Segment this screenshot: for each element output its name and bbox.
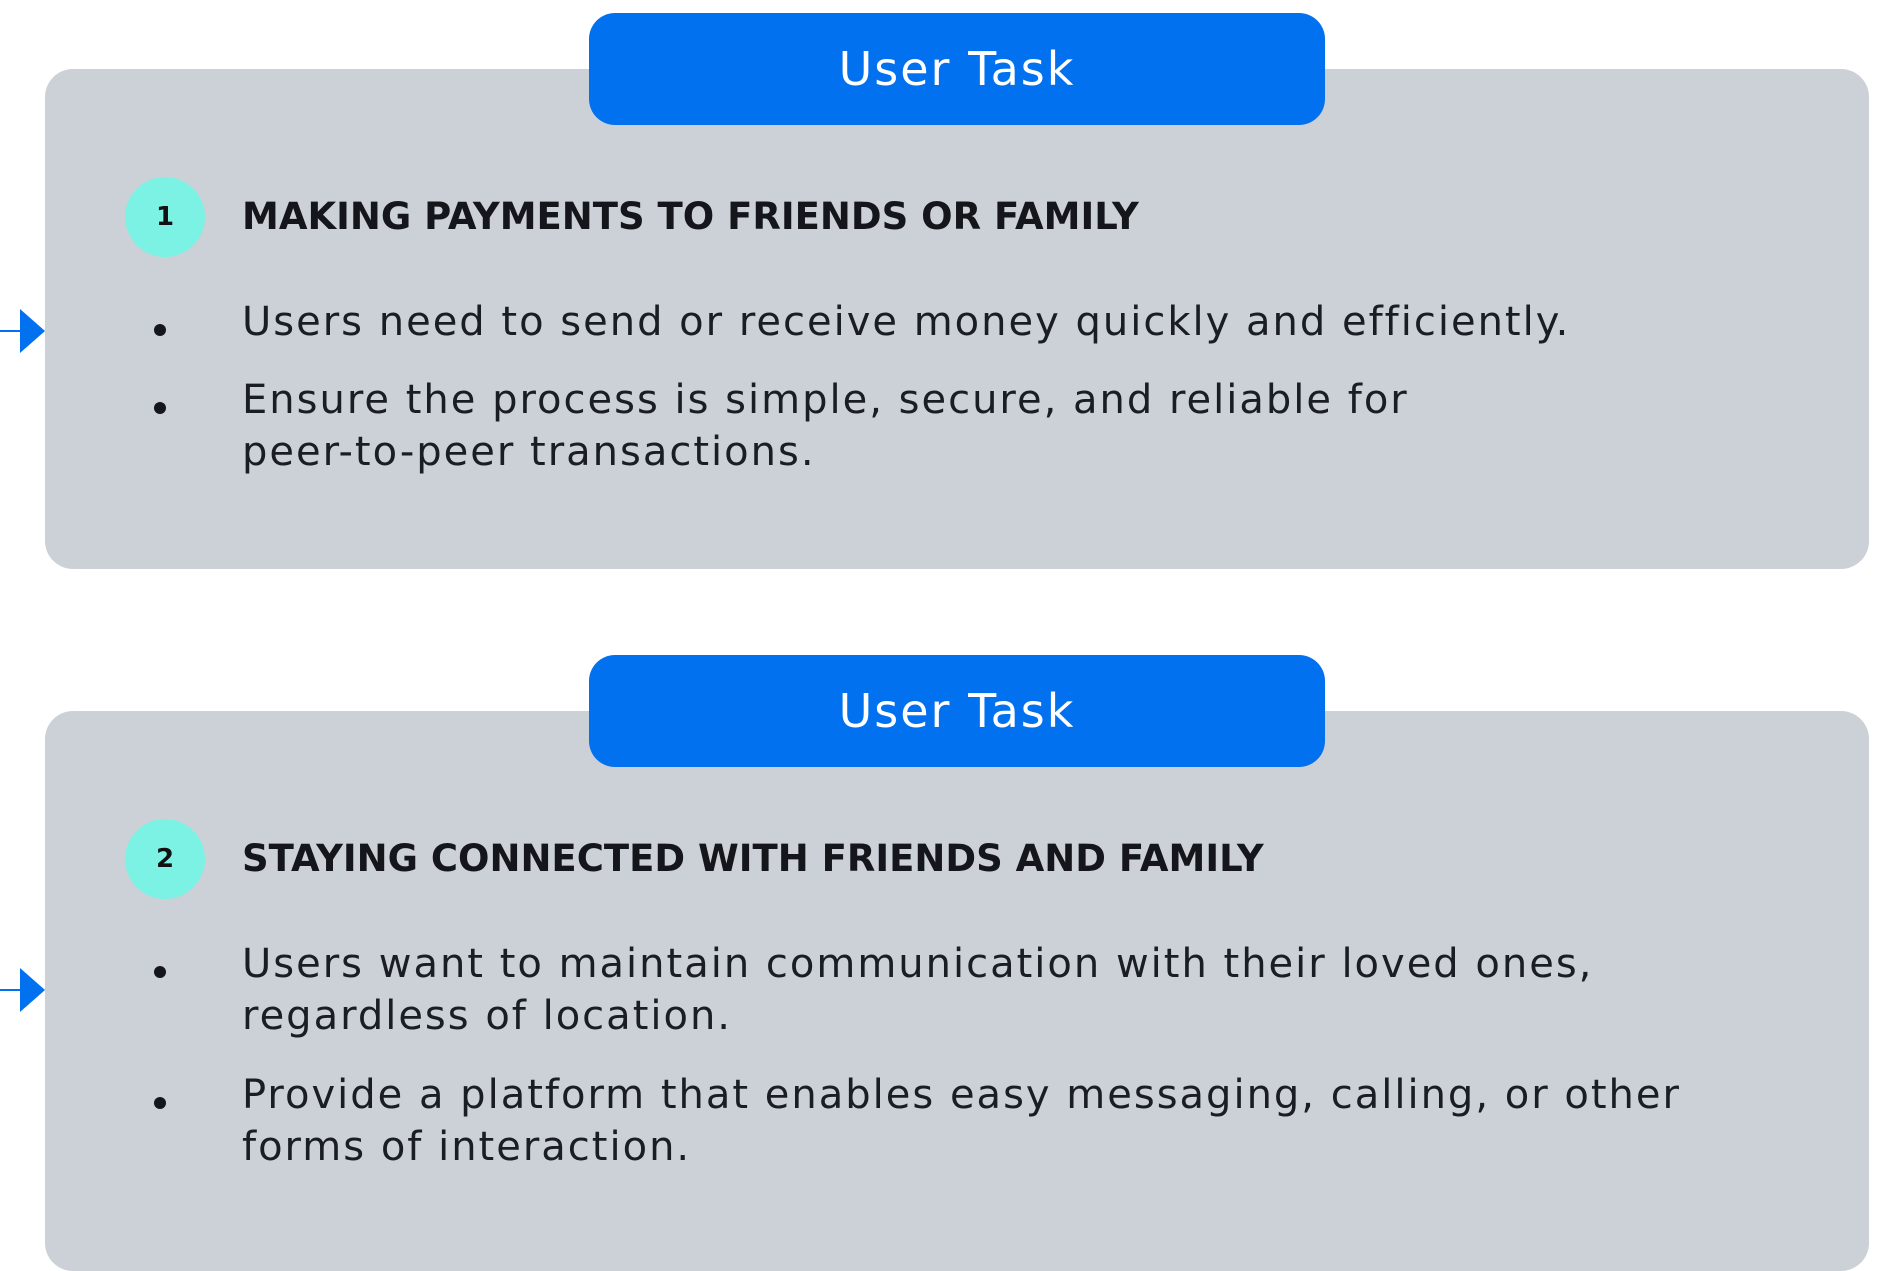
task-2-bullet-2: Provide a platform that enables easy mes…: [242, 1072, 1681, 1170]
task-2-bullet-1: Users want to maintain communication wit…: [242, 941, 1594, 1039]
task-1-bullet-1: Users need to send or receive money quic…: [242, 299, 1571, 345]
arrow-right-icon: [20, 309, 45, 353]
task-1-bullet-2: Ensure the process is simple, secure, an…: [242, 377, 1409, 475]
task-number-badge-1: 1: [125, 177, 205, 257]
connector-line-2: [0, 989, 20, 991]
task-title-1: MAKING PAYMENTS TO FRIENDS OR FAMILY: [242, 195, 1139, 238]
bullet-dot-icon: [154, 966, 166, 978]
bullet-dot-icon: [154, 1097, 166, 1109]
user-task-label-2: User Task: [589, 655, 1325, 767]
task-title-2: STAYING CONNECTED WITH FRIENDS AND FAMIL…: [242, 837, 1264, 880]
bullet-dot-icon: [154, 402, 166, 414]
arrow-right-icon: [20, 968, 45, 1012]
connector-line-1: [0, 330, 20, 332]
task-number-badge-2: 2: [125, 819, 205, 899]
user-task-label-1: User Task: [589, 13, 1325, 125]
bullet-dot-icon: [154, 324, 166, 336]
